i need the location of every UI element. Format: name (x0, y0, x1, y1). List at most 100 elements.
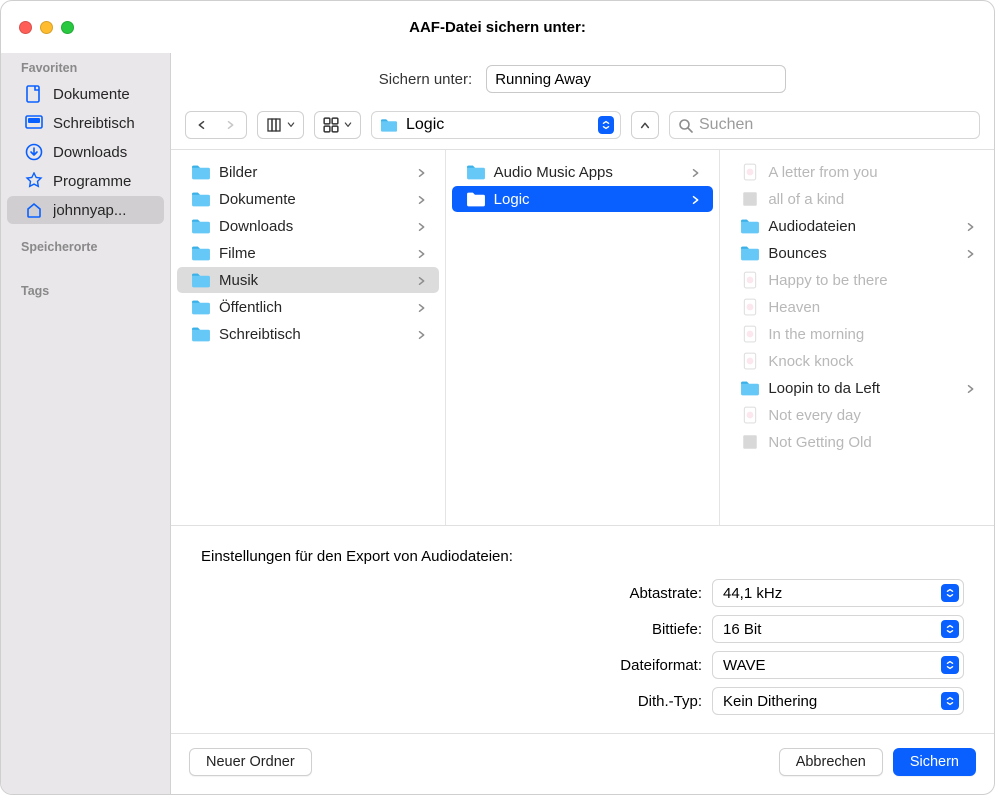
cancel-button[interactable]: Abbrechen (779, 748, 883, 776)
folder-icon (191, 298, 211, 316)
browser-column-2: Audio Music Apps Logic (446, 150, 721, 525)
folder-icon (191, 271, 211, 289)
sidebar-item-desktop[interactable]: Schreibtisch (7, 109, 164, 137)
sidebar-item-doc[interactable]: Dokumente (7, 80, 164, 108)
file-item[interactable]: Bilder (177, 159, 439, 185)
chevron-right-icon (417, 274, 429, 286)
sidebar: Favoriten Dokumente SchreibtischDownloads… (1, 53, 171, 794)
folder-icon (380, 116, 398, 134)
file-item[interactable]: Öffentlich (177, 294, 439, 320)
file-item[interactable]: Filme (177, 240, 439, 266)
option-label: Abtastrate: (629, 585, 702, 602)
save-button[interactable]: Sichern (893, 748, 976, 776)
chevron-right-icon (966, 220, 978, 232)
folder-icon (740, 244, 760, 262)
file-item[interactable]: Schreibtisch (177, 321, 439, 347)
project-icon (740, 433, 760, 451)
sidebar-favorites-header: Favoriten (1, 53, 170, 79)
sidebar-item-download[interactable]: Downloads (7, 138, 164, 166)
option-select[interactable]: 16 Bit (712, 615, 964, 643)
file-icon (740, 163, 760, 181)
location-label: Logic (406, 116, 444, 134)
folder-icon (466, 163, 486, 181)
folder-icon (191, 217, 211, 235)
file-item[interactable]: Audio Music Apps (452, 159, 714, 185)
sidebar-item-home[interactable]: johnnyap... (7, 196, 164, 224)
nav-back-button[interactable] (186, 112, 216, 138)
file-item-label: Audio Music Apps (494, 164, 613, 181)
location-dropdown[interactable]: Logic (371, 111, 621, 139)
file-item[interactable]: Downloads (177, 213, 439, 239)
file-item[interactable]: Heaven (726, 294, 988, 320)
apps-icon (25, 172, 43, 190)
view-grid-button[interactable] (314, 111, 361, 139)
file-item-label: Dokumente (219, 191, 296, 208)
file-item[interactable]: Audiodateien (726, 213, 988, 239)
file-item-label: Audiodateien (768, 218, 856, 235)
sidebar-item-label: Dokumente (53, 86, 130, 103)
file-item[interactable]: Not every day (726, 402, 988, 428)
updown-icon (941, 620, 959, 638)
file-item[interactable]: Bounces (726, 240, 988, 266)
file-item[interactable]: Logic (452, 186, 714, 212)
file-item[interactable]: Dokumente (177, 186, 439, 212)
sidebar-item-label: johnnyap... (53, 202, 126, 219)
file-item-label: Downloads (219, 218, 293, 235)
column-browser: Bilder Dokumente Downloads Filme MusikÖffent… (171, 150, 994, 526)
nav-buttons (185, 111, 247, 139)
folder-icon (740, 379, 760, 397)
option-label: Dateiformat: (620, 657, 702, 674)
titlebar: AAF-Datei sichern unter: (1, 1, 994, 53)
option-select[interactable]: WAVE (712, 651, 964, 679)
browser-column-1: Bilder Dokumente Downloads Filme MusikÖffent… (171, 150, 446, 525)
project-icon (740, 190, 760, 208)
home-icon (25, 201, 43, 219)
file-item[interactable]: Loopin to da Left (726, 375, 988, 401)
chevron-right-icon (417, 166, 429, 178)
view-columns-button[interactable] (257, 111, 304, 139)
minimize-window-button[interactable] (40, 21, 53, 34)
file-icon (740, 352, 760, 370)
file-item[interactable]: In the morning (726, 321, 988, 347)
chevron-right-icon (417, 328, 429, 340)
close-window-button[interactable] (19, 21, 32, 34)
collapse-button[interactable] (631, 111, 659, 139)
file-item-label: Not Getting Old (768, 434, 871, 451)
doc-icon (25, 85, 43, 103)
folder-icon (740, 217, 760, 235)
option-value: WAVE (723, 657, 941, 674)
file-item[interactable]: Happy to be there (726, 267, 988, 293)
chevron-right-icon (417, 220, 429, 232)
sidebar-tags-header: Tags (1, 276, 170, 302)
sidebar-item-apps[interactable]: Programme (7, 167, 164, 195)
option-select[interactable]: Kein Dithering (712, 687, 964, 715)
download-icon (25, 143, 43, 161)
option-select[interactable]: 44,1 kHz (712, 579, 964, 607)
new-folder-button[interactable]: Neuer Ordner (189, 748, 312, 776)
file-item[interactable]: Knock knock (726, 348, 988, 374)
folder-icon (466, 190, 486, 208)
folder-icon (191, 190, 211, 208)
chevron-right-icon (417, 193, 429, 205)
folder-icon (191, 163, 211, 181)
updown-icon (941, 584, 959, 602)
file-item-label: all of a kind (768, 191, 844, 208)
zoom-window-button[interactable] (61, 21, 74, 34)
file-item-label: Filme (219, 245, 256, 262)
saveas-input[interactable] (486, 65, 786, 93)
file-item[interactable]: Not Getting Old (726, 429, 988, 455)
option-value: 16 Bit (723, 621, 941, 638)
toolbar: Logic Suchen (171, 111, 994, 150)
nav-forward-button[interactable] (216, 112, 246, 138)
chevron-right-icon (691, 193, 703, 205)
file-item-label: Bounces (768, 245, 826, 262)
file-item[interactable]: A letter from you (726, 159, 988, 185)
search-field[interactable]: Suchen (669, 111, 980, 139)
file-item-label: Heaven (768, 299, 820, 316)
file-item[interactable]: Musik (177, 267, 439, 293)
file-item[interactable]: all of a kind (726, 186, 988, 212)
chevron-right-icon (691, 166, 703, 178)
chevron-right-icon (966, 247, 978, 259)
desktop-icon (25, 114, 43, 132)
export-options: Einstellungen für den Export von Audioda… (171, 526, 994, 734)
